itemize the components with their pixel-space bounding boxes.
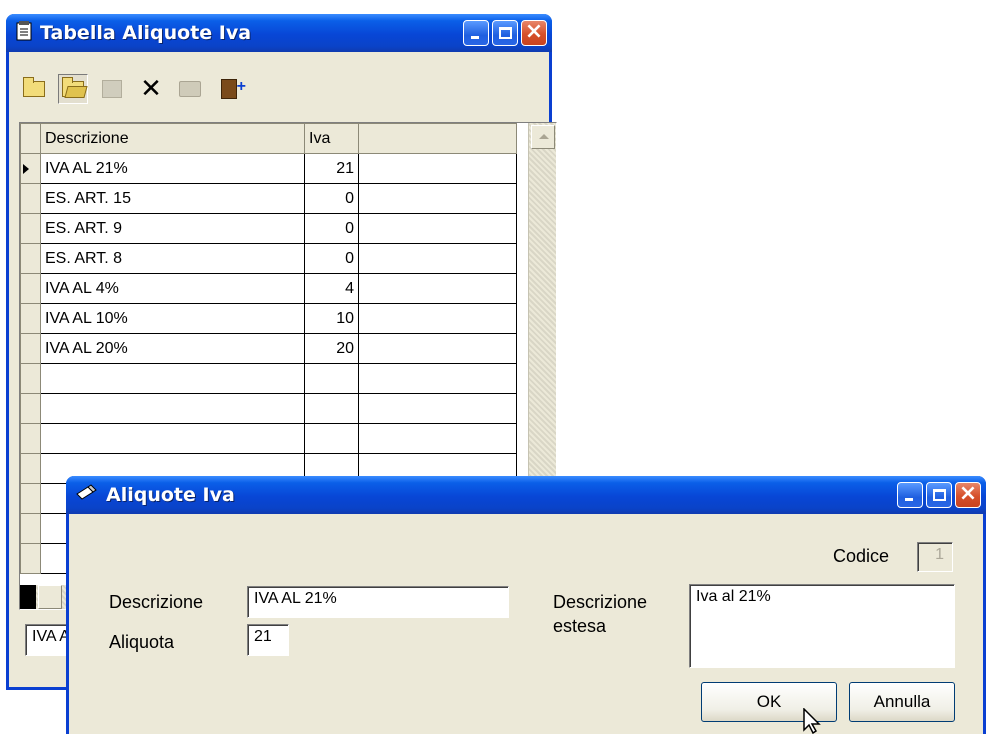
descrizione-estesa-textarea[interactable]: Iva al 21% — [689, 584, 955, 668]
aliquota-label: Aliquota — [109, 632, 175, 652]
cell-iva[interactable]: 10 — [304, 303, 359, 334]
cell-descrizione[interactable]: ES. ART. 8 — [40, 243, 305, 274]
open-folder-icon — [62, 77, 84, 97]
exit-icon — [221, 78, 246, 99]
empty-row — [20, 423, 517, 454]
minimize-button[interactable] — [463, 20, 489, 46]
main-window-title: Tabella Aliquote Iva — [40, 22, 252, 44]
mouse-pointer-icon — [803, 708, 821, 734]
cell-descrizione[interactable]: ES. ART. 9 — [40, 213, 305, 244]
cell-iva[interactable]: 0 — [304, 243, 359, 274]
cell-descrizione[interactable]: IVA AL 4% — [40, 273, 305, 304]
minimize-icon — [905, 498, 913, 501]
table-row[interactable]: ES. ART. 90 — [20, 213, 517, 244]
main-titlebar[interactable]: Tabella Aliquote Iva × — [6, 14, 552, 52]
pencil-icon — [76, 483, 98, 507]
print-button[interactable] — [175, 74, 205, 104]
row-indicator — [20, 303, 41, 334]
column-header-descrizione[interactable]: Descrizione — [40, 123, 305, 154]
empty-row — [20, 393, 517, 424]
cell-descrizione[interactable]: IVA AL 21% — [40, 153, 305, 184]
cell-iva[interactable]: 21 — [304, 153, 359, 184]
new-folder-icon — [23, 77, 45, 97]
new-button[interactable] — [19, 74, 49, 104]
table-row[interactable]: IVA AL 21% 21 — [20, 153, 517, 184]
cell-iva[interactable]: 20 — [304, 333, 359, 364]
table-row[interactable]: ES. ART. 80 — [20, 243, 517, 274]
scroll-thumb[interactable] — [20, 585, 36, 609]
minimize-icon — [471, 36, 479, 39]
cancel-button[interactable]: Annulla — [849, 682, 955, 722]
cell-descrizione[interactable]: ES. ART. 15 — [40, 183, 305, 214]
empty-row — [20, 363, 517, 394]
column-header-iva[interactable]: Iva — [304, 123, 359, 154]
cell-descrizione[interactable]: IVA AL 10% — [40, 303, 305, 334]
delete-icon: ✕ — [140, 74, 162, 104]
maximize-button[interactable] — [492, 20, 518, 46]
edit-record-button[interactable] — [97, 74, 127, 104]
dialog-minimize-button[interactable] — [897, 482, 923, 508]
print-icon — [179, 81, 201, 97]
cell-empty — [358, 303, 517, 334]
dialog-maximize-button[interactable] — [926, 482, 952, 508]
row-indicator — [20, 273, 41, 304]
codice-label: Codice — [833, 546, 890, 566]
descrizione-label: Descrizione — [109, 592, 204, 612]
disabled-record-icon — [102, 80, 122, 98]
aliquote-dialog: Aliquote Iva × Codice 1 Descrizione IVA … — [66, 476, 986, 734]
cell-iva[interactable]: 4 — [304, 273, 359, 304]
cell-empty — [358, 213, 517, 244]
close-icon: × — [958, 481, 978, 506]
notepad-icon — [16, 20, 32, 46]
cell-iva[interactable]: 0 — [304, 213, 359, 244]
cell-empty — [358, 333, 517, 364]
row-indicator — [20, 183, 41, 214]
maximize-icon — [499, 27, 512, 39]
dialog-title: Aliquote Iva — [106, 484, 235, 506]
scroll-up-icon[interactable] — [531, 125, 555, 149]
table-header-row: Descrizione Iva — [20, 123, 517, 154]
current-row-arrow-icon — [23, 164, 29, 174]
close-icon: × — [524, 19, 544, 44]
cell-empty — [358, 153, 517, 184]
descrizione-input[interactable]: IVA AL 21% — [247, 586, 509, 618]
open-button[interactable] — [58, 74, 88, 104]
exit-button[interactable] — [214, 74, 246, 104]
table-row[interactable]: ES. ART. 15 0 — [20, 183, 517, 214]
row-indicator — [20, 153, 41, 184]
row-indicator — [20, 213, 41, 244]
table-row[interactable]: IVA AL 10% 10 — [20, 303, 517, 334]
maximize-icon — [933, 489, 946, 501]
cell-empty — [358, 183, 517, 214]
table-row[interactable]: IVA AL 4% 4 — [20, 273, 517, 304]
row-indicator — [20, 333, 41, 364]
codice-field: 1 — [917, 542, 953, 572]
cell-iva[interactable]: 0 — [304, 183, 359, 214]
scroll-left-icon[interactable] — [38, 585, 62, 609]
descrizione-estesa-label-line1: Descrizione — [553, 592, 648, 612]
table-row[interactable]: IVA AL 20% 20 — [20, 333, 517, 364]
cell-descrizione[interactable]: IVA AL 20% — [40, 333, 305, 364]
descrizione-estesa-label-line2: estesa — [553, 616, 607, 636]
row-indicator — [20, 243, 41, 274]
header-indicator — [20, 123, 41, 154]
close-button[interactable]: × — [521, 19, 547, 46]
cell-empty — [358, 243, 517, 274]
delete-button[interactable]: ✕ — [136, 74, 166, 104]
cell-empty — [358, 273, 517, 304]
toolbar: ✕ — [19, 70, 246, 108]
dialog-close-button[interactable]: × — [955, 481, 981, 508]
column-header-empty — [358, 123, 517, 154]
aliquota-input[interactable]: 21 — [247, 624, 289, 656]
dialog-titlebar[interactable]: Aliquote Iva × — [66, 476, 986, 514]
